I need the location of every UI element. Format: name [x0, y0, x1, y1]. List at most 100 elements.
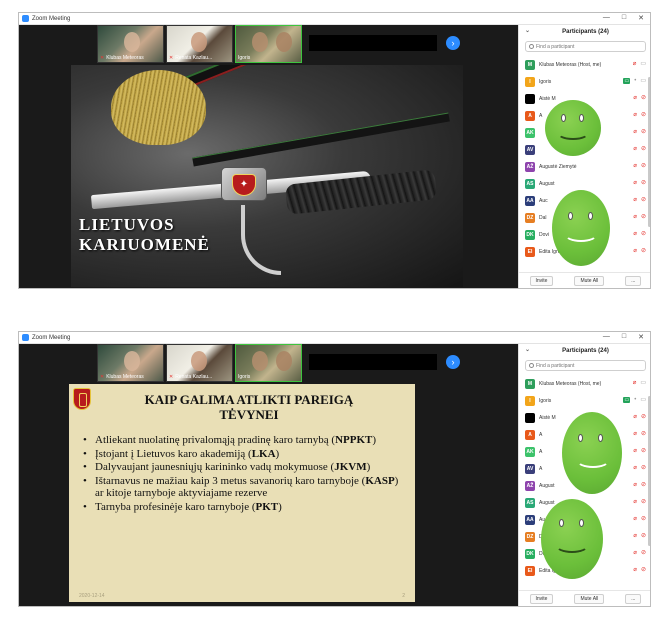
- mic-off-icon[interactable]: ⌀: [633, 482, 637, 488]
- participant-search[interactable]: [525, 360, 646, 371]
- video-off-icon[interactable]: ⊘: [641, 448, 646, 454]
- smiley-sticker-icon: [562, 412, 622, 494]
- mic-off-icon[interactable]: ⌀: [633, 129, 637, 135]
- video-off-icon[interactable]: ⊘: [641, 550, 646, 556]
- mic-off-icon[interactable]: ⌀: [633, 61, 637, 67]
- invite-button[interactable]: Invite: [529, 275, 554, 286]
- video-off-icon[interactable]: ⊘: [641, 95, 646, 101]
- mic-off-icon[interactable]: ⌀: [633, 197, 637, 203]
- video-off-icon[interactable]: ⊘: [641, 248, 646, 254]
- mic-off-icon[interactable]: ⌀: [633, 112, 637, 118]
- mic-off-icon[interactable]: ⌀: [633, 214, 637, 220]
- slide-image-sabre-guard-bow: [241, 205, 281, 275]
- mute-all-button[interactable]: Mute All: [574, 593, 605, 604]
- window-titlebar: Zoom Meeting — □ ✕: [19, 332, 650, 344]
- video-off-icon[interactable]: ⊘: [641, 112, 646, 118]
- avatar: DZ: [525, 212, 535, 223]
- chevron-down-icon[interactable]: ⌄: [525, 27, 530, 34]
- video-off-icon[interactable]: ⊘: [641, 482, 646, 488]
- mic-off-icon[interactable]: ⌀: [633, 431, 637, 437]
- search-input[interactable]: [536, 43, 636, 50]
- video-off-icon[interactable]: ⊘: [641, 197, 646, 203]
- smiley-sticker-icon: [545, 100, 601, 156]
- chevron-right-icon[interactable]: ›: [446, 36, 460, 50]
- minimize-button[interactable]: —: [603, 14, 610, 22]
- mic-on-icon[interactable]: •: [634, 78, 636, 84]
- participant-row[interactable]: M Klubas Meteoras (Host, me) ⌀ ▭: [525, 56, 648, 73]
- slide-title: LIETUVOS KARIUOMENĖ: [79, 215, 210, 254]
- mic-off-icon[interactable]: ⌀: [633, 380, 637, 386]
- close-button[interactable]: ✕: [638, 333, 644, 341]
- video-thumbnail-active-speaker[interactable]: Igoris: [235, 25, 302, 63]
- video-thumbnail[interactable]: ✕ Klubas Meteoras: [97, 344, 164, 382]
- mic-off-icon[interactable]: ⌀: [633, 146, 637, 152]
- mic-off-icon[interactable]: ⌀: [633, 550, 637, 556]
- search-input[interactable]: [536, 362, 636, 369]
- participant-video: [276, 32, 292, 52]
- thumbnail-name: Klubas Meteoras: [106, 55, 144, 61]
- mute-all-button[interactable]: Mute All: [574, 275, 605, 286]
- participant-row[interactable]: AS August ⌀ ⊘: [525, 175, 648, 192]
- more-button[interactable]: ...: [625, 275, 642, 286]
- mic-off-icon[interactable]: ⌀: [633, 163, 637, 169]
- more-button[interactable]: ...: [625, 593, 642, 604]
- video-thumbnail[interactable]: ✕ Renata Kazlau...: [166, 25, 233, 63]
- mic-off-icon[interactable]: ⌀: [633, 231, 637, 237]
- mic-off-icon[interactable]: ⌀: [633, 499, 637, 505]
- close-button[interactable]: ✕: [638, 14, 644, 22]
- participant-video: [191, 351, 207, 371]
- participant-row[interactable]: I Igoris ▭ • ▭: [525, 392, 648, 409]
- redacted-thumbnail: [309, 354, 437, 370]
- mic-off-icon[interactable]: ⌀: [633, 95, 637, 101]
- video-off-icon[interactable]: ⊘: [641, 516, 646, 522]
- video-off-icon[interactable]: ⊘: [641, 129, 646, 135]
- mic-off-icon[interactable]: ⌀: [633, 180, 637, 186]
- video-thumbnail-active-speaker[interactable]: Igoris: [235, 344, 302, 382]
- video-on-icon[interactable]: ▭: [640, 397, 646, 403]
- mic-off-icon[interactable]: ⌀: [633, 533, 637, 539]
- video-off-icon[interactable]: ⊘: [641, 533, 646, 539]
- video-thumbnail[interactable]: ✕ Klubas Meteoras: [97, 25, 164, 63]
- video-off-icon[interactable]: ⊘: [641, 499, 646, 505]
- mic-off-icon[interactable]: ⌀: [633, 465, 637, 471]
- mic-on-icon[interactable]: •: [634, 397, 636, 403]
- participant-row[interactable]: I Igoris ▭ • ▭: [525, 73, 648, 90]
- avatar: AS: [525, 178, 535, 189]
- video-thumbnail-strip: ✕ Klubas Meteoras ✕ Renata Kazlau... Igori…: [97, 344, 302, 382]
- mic-off-icon[interactable]: ⌀: [633, 567, 637, 573]
- video-on-icon[interactable]: ▭: [640, 61, 646, 67]
- video-off-icon[interactable]: ⊘: [641, 214, 646, 220]
- chevron-right-icon[interactable]: ›: [446, 355, 460, 369]
- video-on-icon[interactable]: ▭: [640, 78, 646, 84]
- participant-row[interactable]: M Klubas Meteoras (Host, me) ⌀ ▭: [525, 375, 648, 392]
- video-off-icon[interactable]: ⊘: [641, 146, 646, 152]
- participant-row[interactable]: AŽ Augustė Žiemytė ⌀ ⊘: [525, 158, 648, 175]
- mic-off-icon[interactable]: ⌀: [633, 248, 637, 254]
- avatar: AŽ: [525, 161, 535, 172]
- window-title: Zoom Meeting: [32, 15, 71, 22]
- slide-image-strap: [168, 65, 433, 95]
- mic-off-icon[interactable]: ⌀: [633, 414, 637, 420]
- video-off-icon[interactable]: ⊘: [641, 465, 646, 471]
- video-off-icon[interactable]: ⊘: [641, 180, 646, 186]
- maximize-button[interactable]: □: [622, 333, 626, 341]
- participant-search[interactable]: [525, 41, 646, 52]
- video-off-icon[interactable]: ⊘: [641, 567, 646, 573]
- video-off-icon[interactable]: ⊘: [641, 163, 646, 169]
- screen-share-icon: ▭: [623, 78, 631, 84]
- chevron-down-icon[interactable]: ⌄: [525, 346, 530, 353]
- video-off-icon[interactable]: ⊘: [641, 431, 646, 437]
- maximize-button[interactable]: □: [622, 14, 626, 22]
- avatar: M: [525, 378, 535, 389]
- participant-status-icons: ⌀ ⊘: [633, 533, 646, 539]
- video-off-icon[interactable]: ⊘: [641, 231, 646, 237]
- mic-off-icon[interactable]: ⌀: [633, 516, 637, 522]
- mic-off-icon[interactable]: ⌀: [633, 448, 637, 454]
- video-on-icon[interactable]: ▭: [640, 380, 646, 386]
- invite-button[interactable]: Invite: [529, 593, 554, 604]
- video-off-icon[interactable]: ⊘: [641, 414, 646, 420]
- participants-scrollbar[interactable]: [648, 77, 650, 227]
- participants-scrollbar[interactable]: [648, 396, 650, 546]
- video-thumbnail[interactable]: ✕ Renata Kazlau...: [166, 344, 233, 382]
- minimize-button[interactable]: —: [603, 333, 610, 341]
